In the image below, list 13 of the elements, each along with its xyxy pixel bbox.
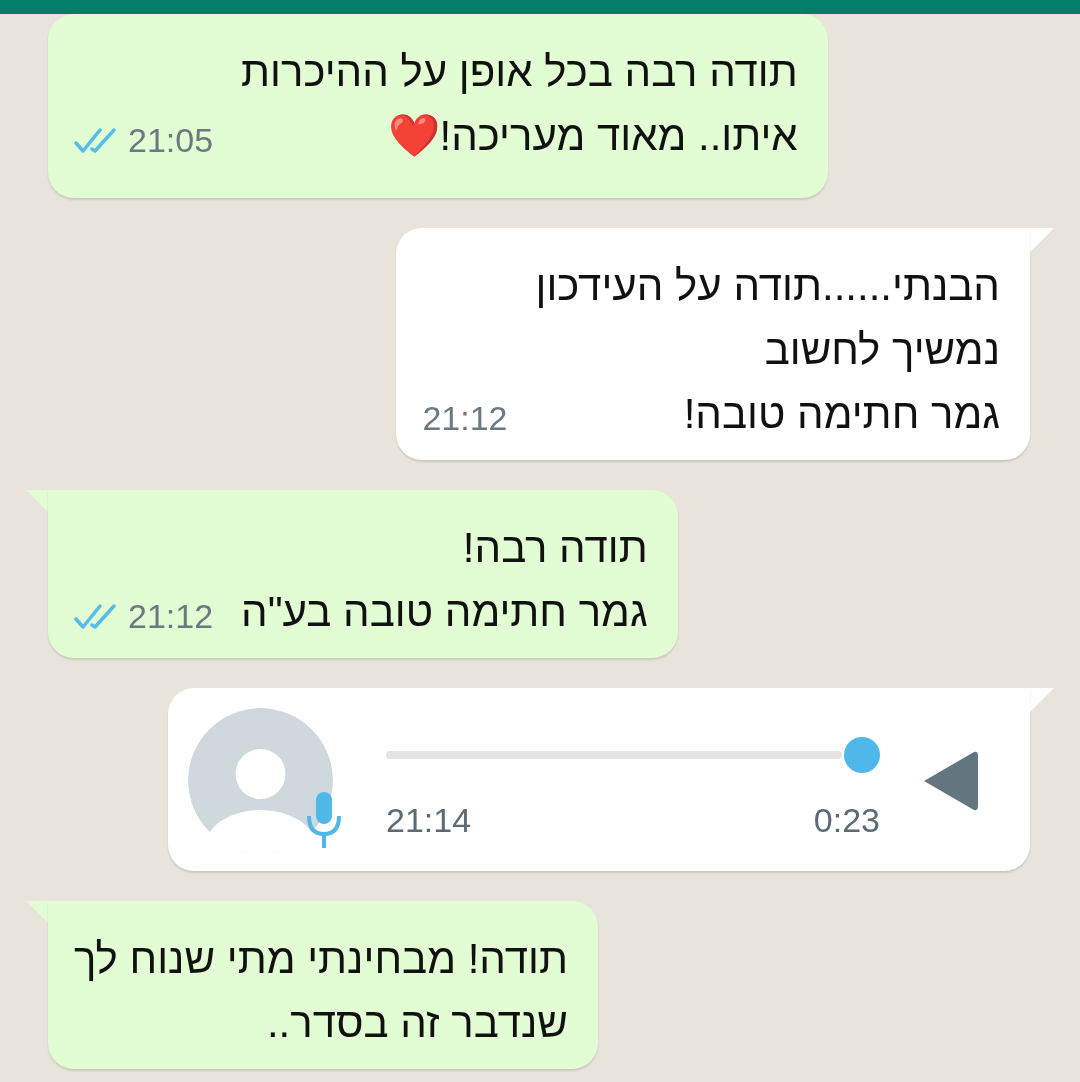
message-text: תודה! מבחינתי מתי שנוח לך שנדבר זה בסדר.. [74,934,568,1048]
message-text: הבנתי......תודה על העידכון נמשיך לחשוב גמר חתימה טובה! [535,261,1000,439]
message-time: 21:05 [128,120,214,161]
message-time: 21:14 [386,800,472,841]
message-text: תודה רבה! גמר חתימה טובה בע"ה [241,523,648,637]
message-time: 21:12 [422,398,508,439]
audio-duration: 0:23 [813,800,880,841]
message-time: 21:12 [128,596,214,637]
microphone-icon [304,790,344,850]
avatar-icon [188,708,333,853]
message-text: תודה רבה בכל אופן על ההיכרות איתו.. מאוד מעריכה!❤ [241,47,798,161]
audio-progress-track[interactable] [386,751,842,759]
slider-thumb[interactable] [844,737,880,773]
